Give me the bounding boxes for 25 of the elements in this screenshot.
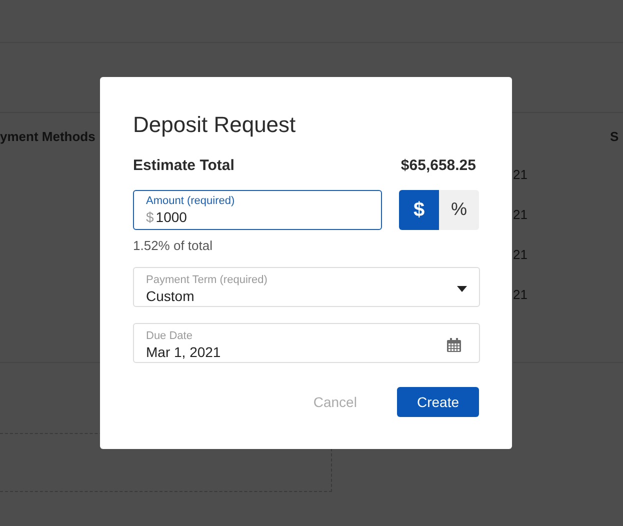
field-label: Payment Term (required)	[146, 272, 268, 286]
caret-icon	[457, 286, 467, 292]
helper-text: 1.52% of total	[133, 236, 214, 254]
amount-field[interactable]: Amount (required) $1000	[133, 190, 382, 230]
summary-label: Estimate Total	[133, 156, 234, 176]
table-cell-text: 21	[513, 286, 528, 304]
dialog-title: Deposit Request	[133, 111, 297, 139]
summary-value: $65,658.25	[400, 156, 476, 176]
due-date-field[interactable]: Due Date Mar 1, 2021	[133, 323, 480, 363]
field-label: Due Date	[146, 328, 194, 342]
table-cell-text: 21	[513, 206, 528, 224]
unit-toggle[interactable]: %	[439, 190, 479, 230]
column-header: yment Methods	[0, 128, 96, 146]
table-cell-text: 21	[513, 166, 528, 184]
select-value: Custom	[146, 286, 196, 304]
create-button[interactable]: Create	[396, 387, 479, 417]
column-header: S	[610, 128, 619, 146]
unit-toggle[interactable]: $	[399, 190, 439, 230]
calendar-icon[interactable]	[447, 338, 461, 352]
payment-term-select[interactable]: Payment Term (required) Custom	[133, 267, 480, 307]
field-label: Amount (required)	[146, 194, 236, 208]
date-value: Mar 1, 2021	[146, 342, 221, 360]
currency-prefix: $	[146, 208, 154, 226]
amount-value: 1000	[156, 208, 187, 226]
table-cell-text: 21	[513, 246, 528, 264]
